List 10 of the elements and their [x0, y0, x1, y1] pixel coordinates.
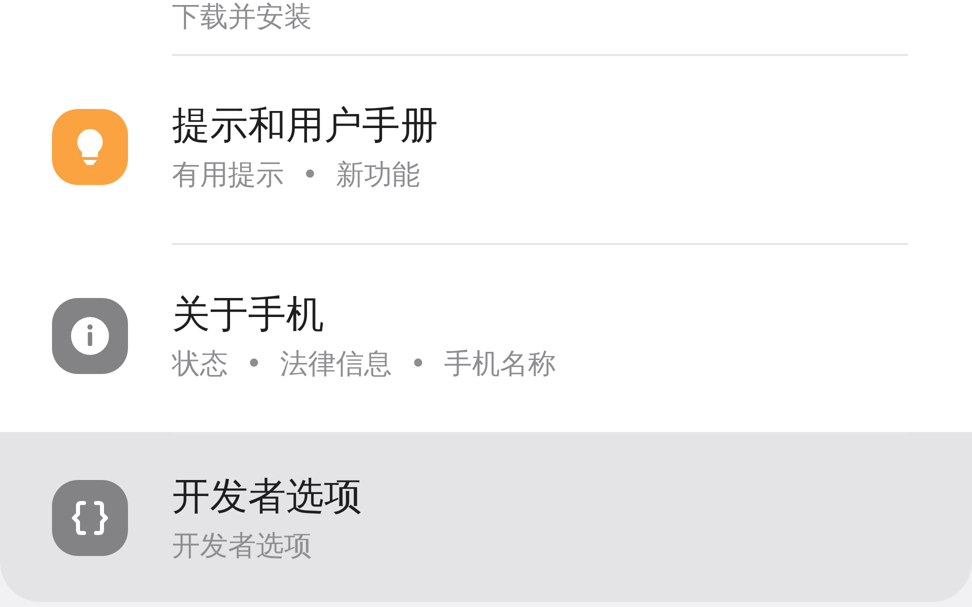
item-subtitle: 状态 • 法律信息 • 手机名称 [172, 346, 556, 380]
item-subtitle: 开发者选项 [172, 529, 312, 563]
item-title: 提示和用户手册 [172, 102, 438, 148]
settings-item[interactable]: 开发者选项 开发者选项 [0, 432, 972, 602]
item-subtitle: 有用提示 • 新功能 [172, 158, 420, 192]
item-title: 关于手机 [172, 290, 324, 336]
settings-item[interactable]: 关于手机 状态 • 法律信息 • 手机名称 [0, 243, 972, 432]
settings-item[interactable]: 提示和用户手册 有用提示 • 新功能 [0, 54, 972, 243]
item-subtitle: 下载并安装 [172, 0, 312, 34]
item-title: 开发者选项 [172, 473, 362, 519]
